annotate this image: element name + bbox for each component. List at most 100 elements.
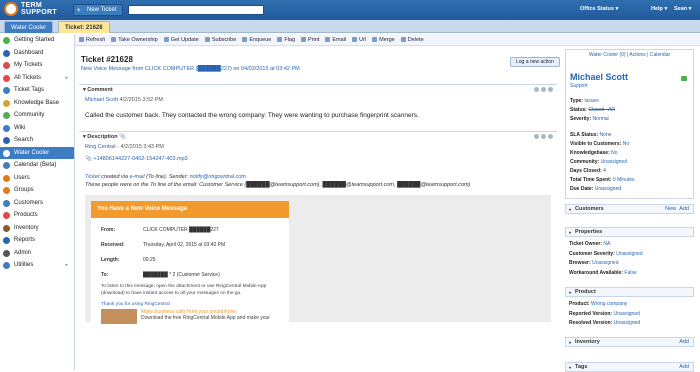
sidebar-item-ticket-tags[interactable]: Ticket Tags <box>0 84 74 97</box>
sidebar-item-utilities[interactable]: Utilities ▸ <box>0 259 74 272</box>
field-value[interactable]: Unassigned <box>613 311 639 317</box>
user-label: Sean <box>674 6 688 12</box>
new-ticket-button[interactable]: + New Ticket <box>73 4 124 16</box>
comment-icon[interactable] <box>534 87 539 92</box>
tags-section-header[interactable]: ▾ Tags Add <box>565 362 694 372</box>
toolbar-refresh-button[interactable]: Refresh <box>79 37 105 43</box>
inventory-add-link[interactable]: Add <box>679 338 689 347</box>
received-row: Received: Thursday, April 02, 2015 at 03:… <box>101 242 226 248</box>
ticket-link[interactable]: Ticket <box>85 174 100 180</box>
customers-section-header[interactable]: ▾ Customers New Add <box>565 204 694 214</box>
toolbar-print-button[interactable]: Print <box>301 37 319 43</box>
tab-ticket[interactable]: Ticket: 21628 <box>58 21 110 33</box>
email-link[interactable]: e-mail <box>130 174 145 180</box>
tab-water-cooler[interactable]: Water Cooler <box>4 21 54 33</box>
sidebar-item-label: Getting Started <box>14 37 55 43</box>
field-value[interactable]: False <box>624 270 636 276</box>
sidebar-item-wiki[interactable]: Wiki <box>0 122 74 135</box>
sidebar-item-label: Water Cooler <box>14 149 50 156</box>
ticket-subtitle[interactable]: New Voice Message from CLICK COMPUTER (█… <box>81 66 300 72</box>
sidebar-item-calendar-beta[interactable]: Calendar (Beta) <box>0 159 74 172</box>
sidebar-item-customers[interactable]: Customers <box>0 197 74 210</box>
sidebar-item-community[interactable]: Community <box>0 109 74 122</box>
field-knowledgebase: Knowledgebase: No <box>570 150 618 156</box>
sidebar-item-water-cooler[interactable]: Water Cooler <box>0 146 74 159</box>
assigned-user[interactable]: Michael Scott <box>570 72 628 82</box>
sidebar-item-groups[interactable]: Groups <box>0 184 74 197</box>
comment-author[interactable]: Michael Scott <box>85 97 118 103</box>
sidebar-item-getting-started[interactable]: Getting Started <box>0 34 74 47</box>
inventory-section-header[interactable]: ▾ Inventory Add <box>565 337 694 347</box>
help-menu[interactable]: Help ▾ <box>651 6 667 12</box>
field-status: Status: Closed - AR <box>570 107 616 113</box>
user-menu[interactable]: Sean ▾ <box>674 6 691 12</box>
edit-icon[interactable] <box>548 134 553 139</box>
sidebar-item-knowledge-base[interactable]: Knowledge Base <box>0 97 74 110</box>
toolbar-flag-button[interactable]: Flag <box>277 37 295 43</box>
sidebar-item-products[interactable]: Products <box>0 209 74 222</box>
utilities-icon <box>3 262 10 269</box>
visible-icon[interactable] <box>541 87 546 92</box>
sidebar-item-reports[interactable]: Reports <box>0 234 74 247</box>
edit-icon[interactable] <box>548 87 553 92</box>
field-value[interactable]: 4 <box>603 168 606 174</box>
toolbar-take-ownership-button[interactable]: Take Ownership <box>111 37 158 43</box>
sidebar-item-my-tickets[interactable]: My Tickets <box>0 59 74 72</box>
toolbar-email-button[interactable]: Email <box>325 37 346 43</box>
tags-add-link[interactable]: Add <box>679 363 689 372</box>
description-header[interactable]: ▾ Description 📎 <box>79 131 557 141</box>
toolbar-merge-button[interactable]: Merge <box>372 37 395 43</box>
sidebar-item-search[interactable]: Search <box>0 134 74 147</box>
field-value[interactable]: No <box>611 150 617 156</box>
ticket-details-panel: Water Cooler (0) | Actions | Calendar Mi… <box>565 47 697 372</box>
sidebar-item-admin[interactable]: Admin <box>0 247 74 260</box>
comment-meta: Michael Scott 4/2/2015 3:52 PM <box>85 97 163 103</box>
field-value[interactable]: Unassigned <box>592 260 618 266</box>
logo[interactable]: TERM SUPPORT <box>4 2 57 16</box>
toolbar-enqueue-button[interactable]: Enqueue <box>242 37 271 43</box>
comment-icon[interactable] <box>534 134 539 139</box>
field-value[interactable]: Closed - AR <box>588 107 615 113</box>
search-input[interactable] <box>128 5 264 15</box>
sidebar-item-users[interactable]: Users <box>0 172 74 185</box>
field-community: Community: Unassigned <box>570 159 627 165</box>
field-value[interactable]: 0 Minutes <box>613 177 635 183</box>
product-section-header[interactable]: ▾ Product <box>565 287 694 297</box>
field-value[interactable]: Unassigned <box>601 159 627 165</box>
products-icon <box>3 212 10 219</box>
sidebar-item-all-tickets[interactable]: All Tickets ▸ <box>0 72 74 85</box>
thanks-text: Thank you for using RingCentral <box>101 302 170 307</box>
field-value[interactable]: NA <box>603 241 610 247</box>
customers-new-link[interactable]: New <box>665 206 676 212</box>
ticket-properties-card: Water Cooler (0) | Actions | Calendar Mi… <box>565 49 694 199</box>
toolbar-get-update-button[interactable]: Get Update <box>163 37 199 43</box>
toolbar-delete-button[interactable]: Delete <box>400 37 424 43</box>
tab-bar: Water Cooler Ticket: 21628 <box>0 20 700 33</box>
new-action-button[interactable]: Log a new action <box>510 57 560 67</box>
field-value[interactable]: Wrong company <box>591 301 627 307</box>
field-value[interactable]: None <box>600 132 612 138</box>
field-value[interactable]: Unassigned <box>614 320 640 326</box>
comment-header[interactable]: ▾ Comment <box>79 84 557 94</box>
panel-links[interactable]: Water Cooler (0) | Actions | Calendar <box>566 50 693 60</box>
field-value[interactable]: Unassigned <box>616 251 642 257</box>
toolbar-subscribe-button[interactable]: Subscribe <box>204 37 236 43</box>
sidebar-item-inventory[interactable]: Inventory <box>0 222 74 235</box>
customers-add-link[interactable]: Add <box>679 206 689 212</box>
sidebar-item-label: Knowledge Base <box>14 99 60 106</box>
field-value[interactable]: Unassigned <box>595 186 621 192</box>
properties-section-header[interactable]: ▾ Properties <box>565 227 694 237</box>
attachment-link[interactable]: 📎 +14806144227-0402-154247-403.mp3 <box>85 156 188 162</box>
field-value[interactable]: No <box>623 141 629 147</box>
office-status-menu[interactable]: Office Status ▾ <box>580 6 618 12</box>
field-value[interactable]: Issues <box>584 98 598 104</box>
sender-link[interactable]: notify@ringcentral.com <box>190 174 246 180</box>
description-timestamp: 4/2/2015 3:43 PM <box>120 144 164 150</box>
field-value[interactable]: Normal <box>593 116 609 122</box>
field-resolved-version: Resolved Version: Unassigned <box>569 320 641 326</box>
sidebar-item-dashboard[interactable]: Dashboard <box>0 47 74 60</box>
assigned-group[interactable]: Support <box>570 83 588 89</box>
toolbar-url-button[interactable]: Url <box>352 37 366 43</box>
description-author[interactable]: Ring Central <box>85 144 116 150</box>
visible-icon[interactable] <box>541 134 546 139</box>
